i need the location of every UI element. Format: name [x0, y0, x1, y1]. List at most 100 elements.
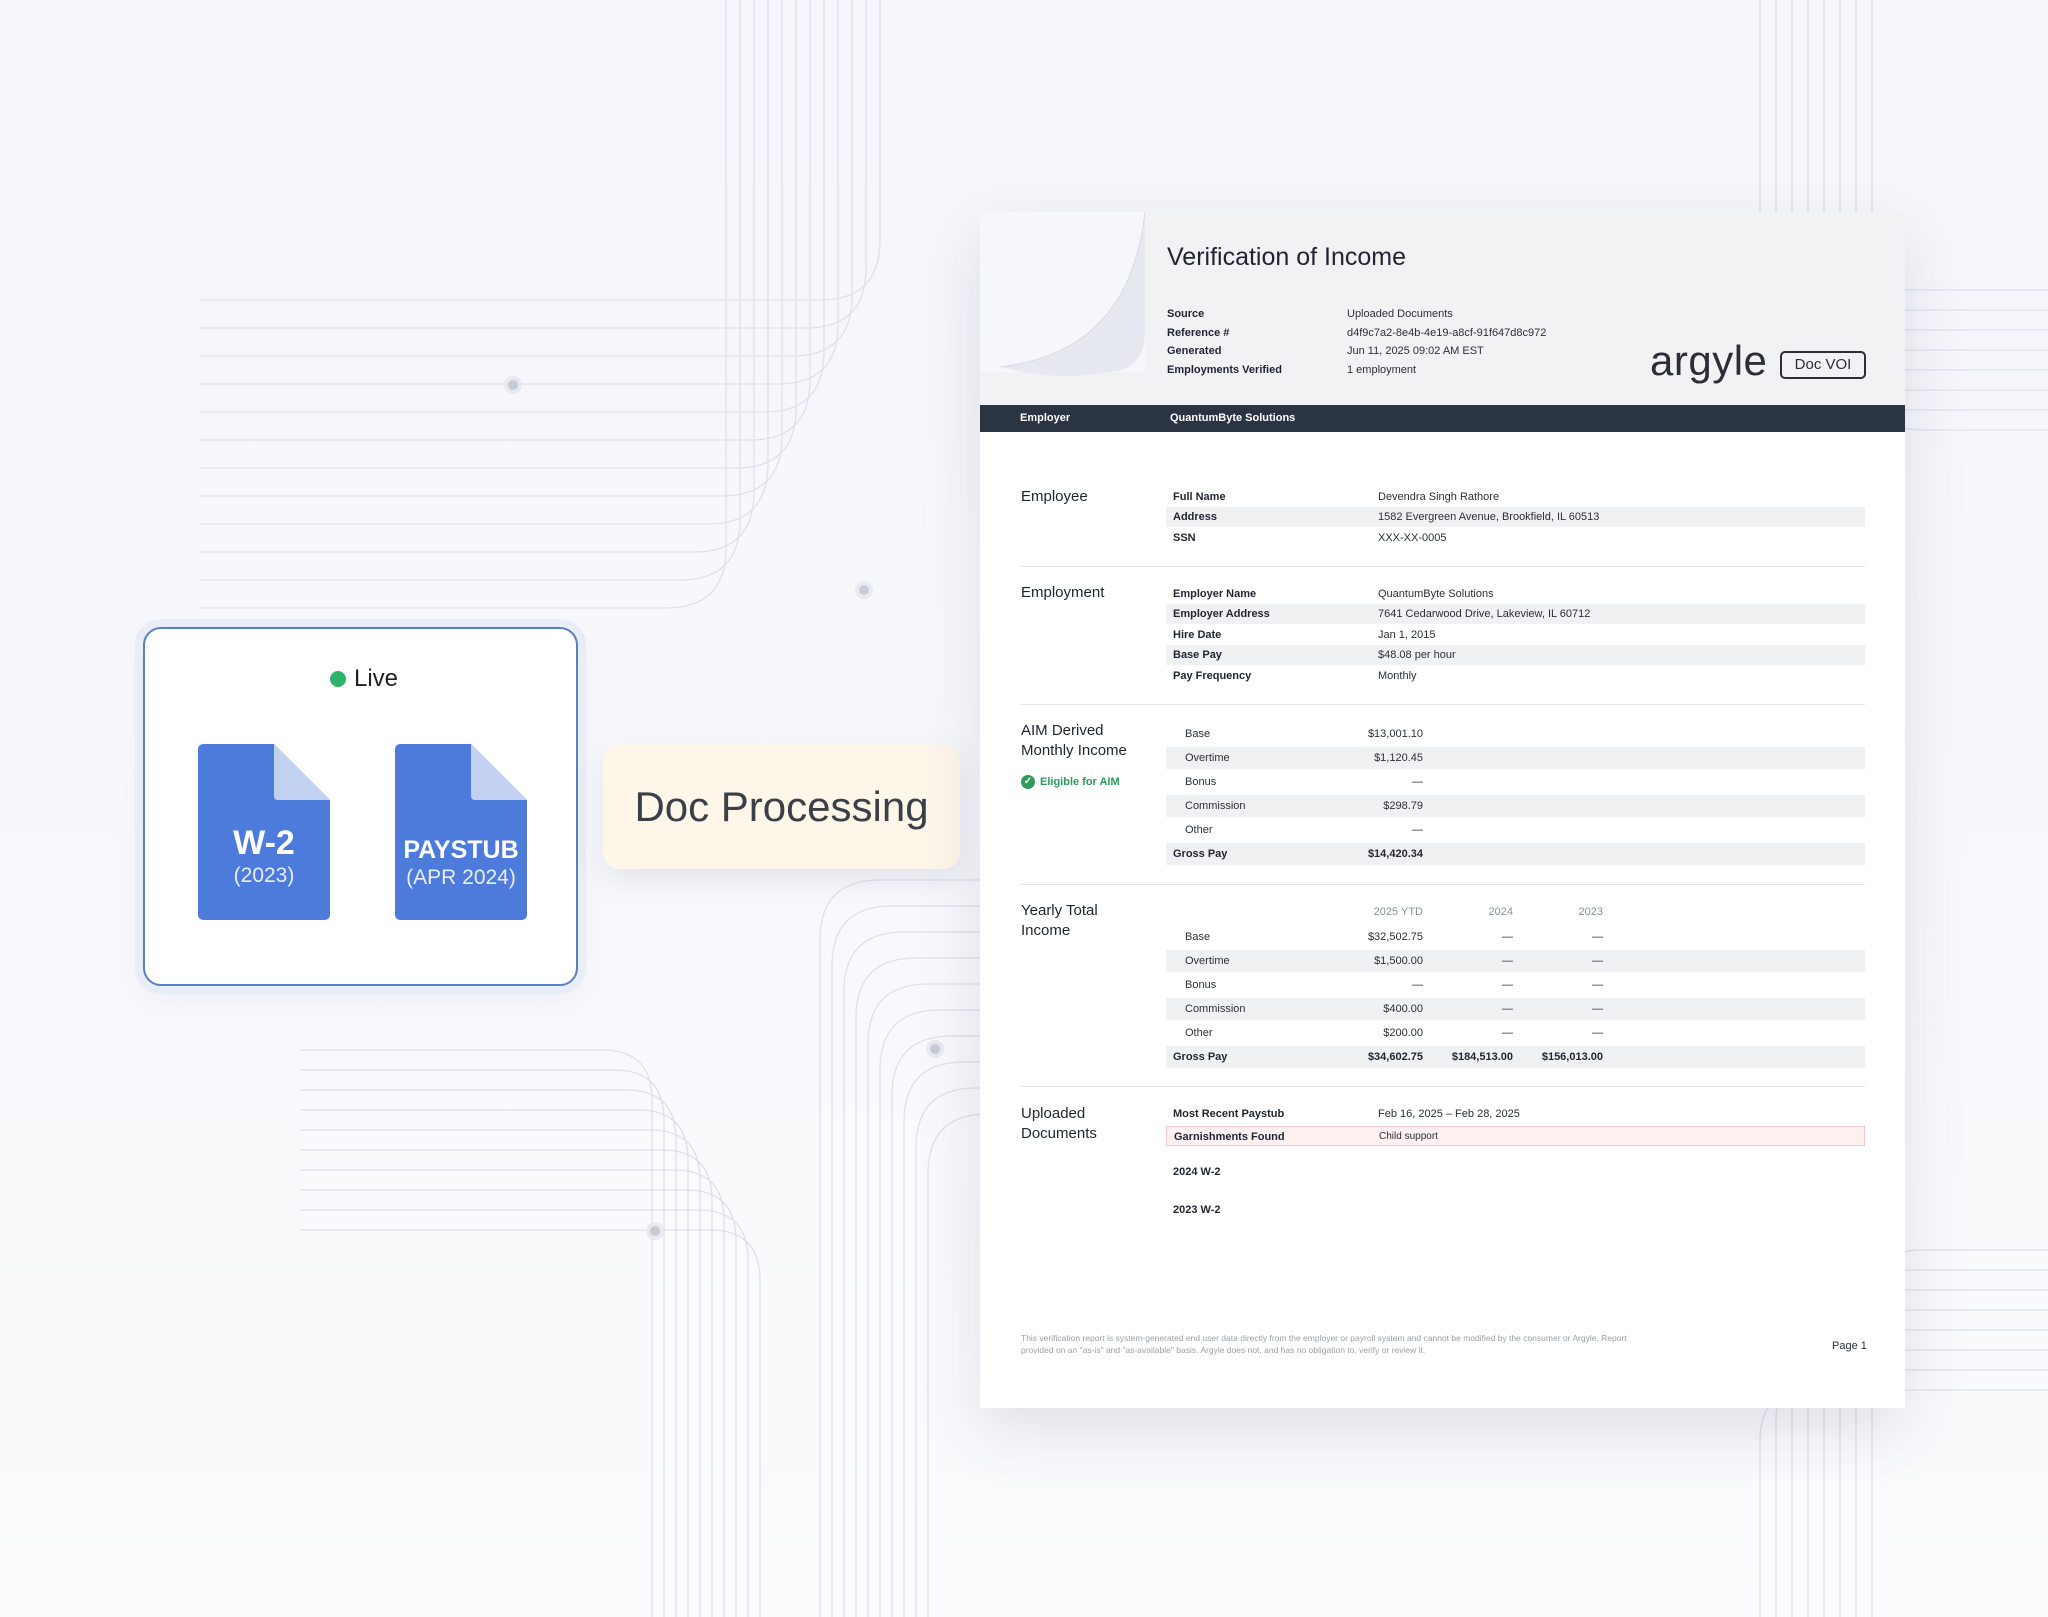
yearly-label: Gross Pay: [1173, 1051, 1228, 1063]
circuit-line: [300, 1089, 677, 1617]
row-value: QuantumByte Solutions: [1378, 588, 1494, 600]
col-header: 2025 YTD: [1373, 906, 1423, 918]
aim-value: $298.79: [1383, 800, 1423, 812]
employee-row: SSN XXX-XX-0005: [1166, 528, 1865, 548]
yearly-row: Other $200.00 — —: [1166, 1022, 1865, 1044]
meta-key: Employments Verified: [1167, 363, 1282, 376]
yearly-value: —: [1592, 931, 1603, 943]
aim-value: —: [1412, 776, 1423, 788]
aim-label: Overtime: [1185, 752, 1230, 764]
circuit-line: [300, 1209, 749, 1617]
row-value: 1582 Evergreen Avenue, Brookfield, IL 60…: [1378, 511, 1600, 523]
w2-document-icon: W-2 (2023): [198, 744, 330, 920]
yearly-row: Bonus — — —: [1166, 974, 1865, 996]
paystub-document-icon: PAYSTUB (APR 2024): [395, 744, 527, 920]
page-number: Page 1: [1832, 1340, 1867, 1352]
yearly-label: Bonus: [1185, 979, 1217, 991]
paystub-title: PAYSTUB: [403, 836, 519, 864]
w2-title: W-2: [233, 824, 295, 862]
aim-row: Overtime $1,120.45: [1166, 747, 1865, 769]
live-status-label: Live: [354, 665, 399, 692]
row-value: Child support: [1379, 1131, 1438, 1142]
uploaded-row: Most Recent Paystub Feb 16, 2025 – Feb 28…: [1166, 1104, 1865, 1124]
row-value: Jan 1, 2015: [1378, 629, 1436, 641]
aim-value: $1,120.45: [1374, 752, 1423, 764]
circuit-node: [926, 1040, 944, 1058]
circuit-line: [200, 0, 881, 301]
yearly-value: —: [1502, 1027, 1513, 1039]
eligible-for-aim-badge: ✓ Eligible for AIM: [1021, 775, 1120, 789]
meta-row: Employments Verified 1 employment: [1167, 364, 1546, 383]
uploaded-doc-2024-w2[interactable]: 2024 W-2: [1173, 1166, 1220, 1178]
circuit-line: [300, 1129, 701, 1617]
live-status: Live: [330, 665, 398, 693]
row-key: Pay Frequency: [1173, 670, 1252, 682]
yearly-value: —: [1502, 955, 1513, 967]
col-header: 2023: [1578, 906, 1603, 918]
row-key: Employer Name: [1173, 588, 1257, 600]
employment-section-title: Employment: [1021, 584, 1105, 601]
yearly-value: —: [1592, 1027, 1603, 1039]
yearly-gross-row: Gross Pay $34,602.75 $184,513.00 $156,013.0…: [1166, 1046, 1865, 1068]
circuit-node: [855, 581, 873, 599]
circuit-line: [1759, 1389, 2048, 1617]
meta-row: Generated Jun 11, 2025 09:02 AM EST: [1167, 345, 1546, 364]
yearly-value: $156,013.00: [1541, 1051, 1603, 1063]
employment-row: Pay Frequency Monthly: [1166, 666, 1865, 686]
row-value: $48.08 per hour: [1378, 649, 1456, 661]
row-key: Employer Address: [1173, 608, 1270, 620]
row-key: Hire Date: [1173, 629, 1222, 641]
row-key: Base Pay: [1173, 649, 1222, 661]
paystub-subtitle: (APR 2024): [406, 866, 516, 889]
report-disclaimer: This verification report is system-gener…: [1021, 1333, 1627, 1355]
yearly-label: Other: [1185, 1027, 1213, 1039]
employer-bar-value: QuantumByte Solutions: [1170, 412, 1296, 424]
employer-bar-label: Employer: [1020, 412, 1071, 424]
uploaded-title-line2: Documents: [1021, 1125, 1097, 1142]
aim-row: Other —: [1166, 819, 1865, 841]
uploaded-section-title: Uploaded Documents: [1021, 1104, 1097, 1144]
yearly-row: Overtime $1,500.00 — —: [1166, 950, 1865, 972]
circuit-line: [200, 0, 769, 525]
employment-row: Employer Name QuantumByte Solutions: [1166, 584, 1865, 604]
live-documents-card: Live W-2 (2023) PAYSTUB (APR 2024): [143, 627, 578, 986]
circuit-line: [200, 0, 755, 553]
circuit-line: [200, 0, 741, 581]
argyle-logo: argyle: [1650, 337, 1768, 384]
aim-value: $14,420.34: [1367, 848, 1423, 860]
uploaded-title-line1: Uploaded: [1021, 1105, 1086, 1122]
yearly-label: Commission: [1185, 1003, 1246, 1015]
aim-value: $13,001.10: [1367, 728, 1423, 740]
page-curl-icon: [980, 212, 1146, 376]
yearly-value: —: [1592, 1003, 1603, 1015]
circuit-node: [504, 376, 522, 394]
row-key: Most Recent Paystub: [1173, 1108, 1285, 1120]
employment-row: Employer Address 7641 Cedarwood Drive, La…: [1166, 604, 1865, 624]
row-value: XXX-XX-0005: [1378, 532, 1447, 544]
uploaded-doc-2023-w2[interactable]: 2023 W-2: [1173, 1204, 1220, 1216]
garnishments-row: Garnishments Found Child support: [1166, 1126, 1865, 1146]
circuit-line: [200, 0, 727, 609]
aim-label: Gross Pay: [1173, 848, 1228, 860]
section-divider: [1021, 566, 1865, 567]
aim-row: Base $13,001.10: [1166, 723, 1865, 745]
circuit-line: [300, 1049, 653, 1617]
meta-key: Reference #: [1167, 326, 1230, 339]
meta-value: d4f9c7a2-8e4b-4e19-a8cf-91f647d8c972: [1347, 326, 1547, 339]
yearly-value: $200.00: [1383, 1027, 1423, 1039]
row-key: Full Name: [1173, 491, 1226, 503]
circuit-line: [200, 0, 811, 441]
meta-key: Generated: [1167, 345, 1222, 357]
yearly-value: —: [1592, 979, 1603, 991]
aim-section-title: AIM Derived Monthly Income: [1021, 721, 1127, 761]
yearly-value: $34,602.75: [1367, 1051, 1423, 1063]
aim-row: Commission $298.79: [1166, 795, 1865, 817]
yearly-row: Base $32,502.75 — —: [1166, 926, 1865, 948]
aim-value: —: [1412, 824, 1423, 836]
circuit-line: [200, 0, 783, 497]
row-value: Devendra Singh Rathore: [1378, 491, 1500, 503]
employment-row: Hire Date Jan 1, 2015: [1166, 625, 1865, 645]
eligible-label: Eligible for AIM: [1040, 776, 1120, 788]
yearly-value: —: [1592, 955, 1603, 967]
aim-gross-row: Gross Pay $14,420.34: [1166, 843, 1865, 865]
